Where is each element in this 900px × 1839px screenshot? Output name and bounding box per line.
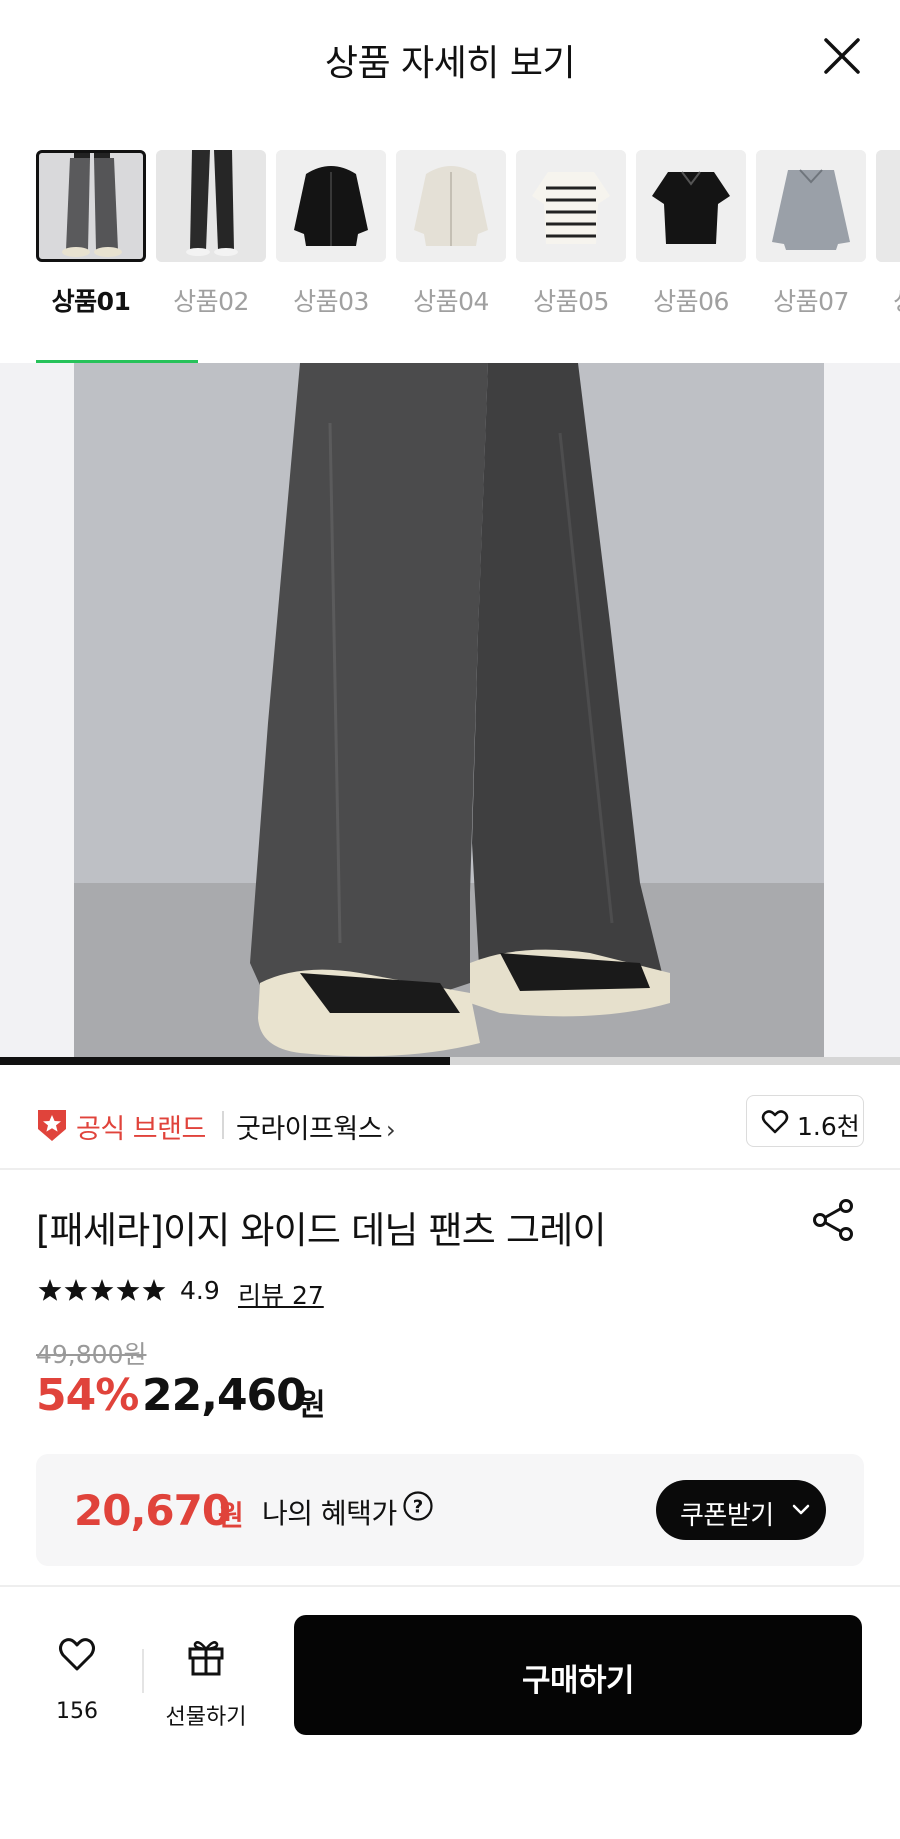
- thumbnail-label: 상품08: [876, 282, 900, 318]
- gift-icon: [188, 1641, 224, 1676]
- thumbnail-image: [636, 150, 746, 262]
- brand-like-button[interactable]: 1.6천: [746, 1095, 864, 1147]
- divider: [0, 1168, 900, 1170]
- heart-icon: [761, 1110, 789, 1134]
- brand-link[interactable]: 굿라이프웍스 ›: [236, 1107, 396, 1146]
- thumbnail-label: 상품01: [51, 287, 131, 316]
- thumbnail-item[interactable]: 상품03: [276, 150, 386, 318]
- close-icon: [824, 38, 860, 74]
- thumbnail-item[interactable]: 상품08: [876, 150, 900, 318]
- share-button[interactable]: [812, 1198, 856, 1242]
- share-icon: [813, 1199, 853, 1241]
- help-icon[interactable]: ?: [402, 1490, 434, 1522]
- benefit-box: 20,670 원 나의 혜택가 ? 쿠폰받기: [36, 1454, 864, 1566]
- chevron-right-icon: ›: [386, 1116, 396, 1144]
- chevron-down-icon: [792, 1504, 810, 1515]
- thumbnail-label: 상품03: [293, 287, 369, 316]
- benefit-price-unit: 원: [218, 1499, 244, 1532]
- buy-label: 구매하기: [521, 1663, 635, 1699]
- wishlist-button[interactable]: 156: [40, 1637, 114, 1737]
- sale-price: 22,460: [142, 1370, 307, 1421]
- star-icon: [38, 1279, 62, 1301]
- svg-text:?: ?: [413, 1497, 423, 1518]
- header: 상품 자세히 보기: [0, 0, 900, 116]
- thumbnail-image: [516, 150, 626, 262]
- star-icon: [64, 1279, 88, 1301]
- divider: [142, 1649, 144, 1693]
- official-badge-icon: [38, 1110, 66, 1141]
- thumbnail-item[interactable]: 상품01: [36, 150, 146, 318]
- close-button[interactable]: [822, 36, 862, 76]
- star-icon: [116, 1279, 140, 1301]
- benefit-label: 나의 혜택가: [262, 1497, 397, 1530]
- review-link[interactable]: 리뷰 27: [238, 1276, 324, 1312]
- star-icon: [142, 1279, 166, 1301]
- thumbnail-image: [36, 150, 146, 262]
- image-progress-track: [0, 1057, 900, 1065]
- product-image[interactable]: [0, 363, 900, 1065]
- page-title: 상품 자세히 보기: [324, 43, 576, 84]
- thumbnail-image: [156, 150, 266, 262]
- star-rating-icon: [38, 1279, 166, 1301]
- discount-rate: 54%: [36, 1370, 139, 1421]
- gift-button[interactable]: 선물하기: [160, 1637, 252, 1737]
- official-brand-label: 공식 브랜드: [76, 1114, 206, 1145]
- gift-label: 선물하기: [165, 1705, 247, 1730]
- thumbnail-image: [396, 150, 506, 262]
- thumbnail-label: 상품07: [773, 287, 849, 316]
- sale-price-unit: 원: [298, 1388, 326, 1423]
- thumbnail-image: [756, 150, 866, 262]
- thumbnail-image: [276, 150, 386, 262]
- rating-score: 4.9: [180, 1276, 220, 1305]
- thumbnail-label: 상품06: [653, 287, 729, 316]
- thumbnail-item[interactable]: 상품06: [636, 150, 746, 318]
- divider: [222, 1111, 224, 1139]
- thumbnail-item[interactable]: 상품07: [756, 150, 866, 318]
- thumbnail-item[interactable]: 상품05: [516, 150, 626, 318]
- original-price: 49,800원: [36, 1340, 147, 1369]
- thumbnail-item[interactable]: 상품02: [156, 150, 266, 318]
- benefit-price: 20,670: [74, 1486, 231, 1535]
- heart-icon: [59, 1638, 95, 1671]
- star-icon: [90, 1279, 114, 1301]
- thumbnail-strip: 상품01 상품02 상품03 상품04 상품05 상품06 상품07: [0, 150, 900, 330]
- thumbnail-label: 상품05: [533, 287, 609, 316]
- image-progress-fill: [0, 1057, 450, 1065]
- brand-like-count: 1.6천: [797, 1112, 860, 1141]
- thumbnail-image: [876, 150, 900, 262]
- coupon-label: 쿠폰받기: [680, 1501, 774, 1531]
- bottom-action-bar: 156 선물하기 구매하기: [0, 1587, 900, 1839]
- brand-row: 공식 브랜드 굿라이프웍스 › 1.6천: [36, 1095, 864, 1155]
- thumbnail-label: 상품02: [173, 287, 249, 316]
- thumbnail-item[interactable]: 상품04: [396, 150, 506, 318]
- product-title: [패세라]이지 와이드 데님 팬츠 그레이: [36, 1209, 607, 1252]
- coupon-button[interactable]: 쿠폰받기: [656, 1480, 826, 1540]
- thumbnail-label: 상품04: [413, 287, 489, 316]
- wishlist-count: 156: [56, 1699, 98, 1724]
- buy-button[interactable]: 구매하기: [294, 1615, 862, 1735]
- brand-name: 굿라이프웍스: [236, 1114, 383, 1145]
